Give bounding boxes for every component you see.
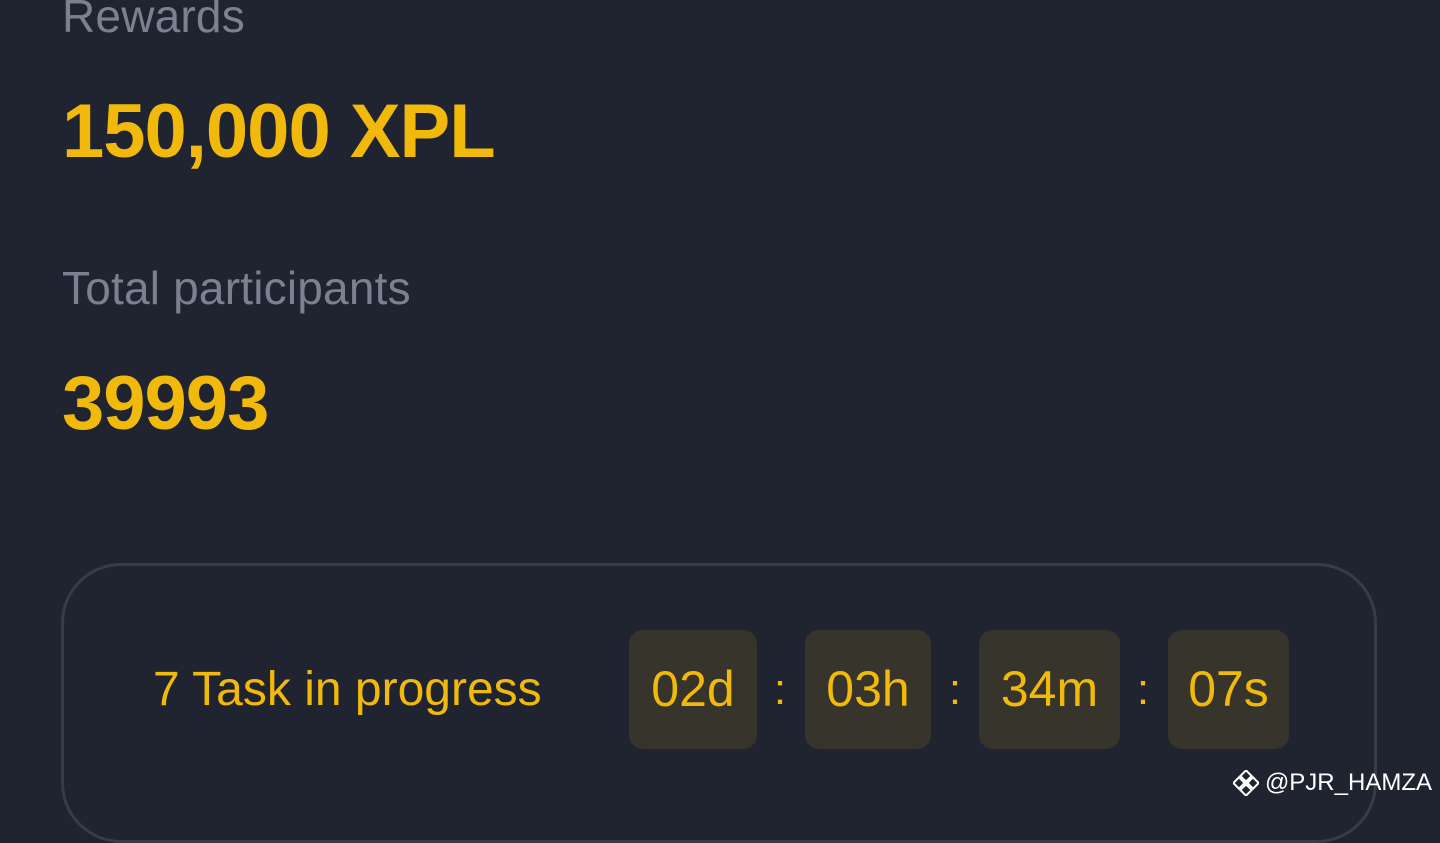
- participants-value: 39993: [62, 361, 269, 446]
- countdown-minutes: 34m: [979, 630, 1120, 749]
- countdown-days: 02d: [629, 630, 757, 749]
- binance-logo-icon: [1232, 770, 1259, 796]
- rewards-label: Rewards: [62, 0, 245, 42]
- rewards-value: 150,000 XPL: [62, 89, 496, 174]
- countdown-seconds: 07s: [1168, 630, 1289, 749]
- task-progress-label: 7 Task in progress: [153, 663, 542, 716]
- countdown-hours: 03h: [805, 630, 931, 749]
- countdown-separator: :: [773, 665, 787, 714]
- countdown-separator: :: [948, 665, 962, 714]
- watermark: @PJR_HAMZA: [1232, 769, 1432, 797]
- participants-label: Total participants: [62, 262, 411, 314]
- watermark-handle: @PJR_HAMZA: [1264, 769, 1432, 796]
- countdown-separator: :: [1136, 665, 1150, 714]
